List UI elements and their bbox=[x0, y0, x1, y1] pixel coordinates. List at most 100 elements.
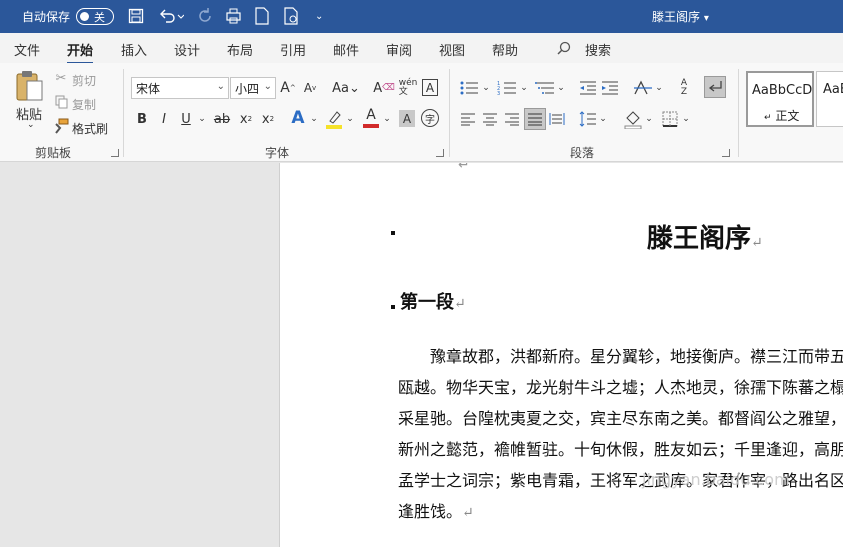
highlight-dropdown-icon[interactable]: ⌄ bbox=[345, 110, 355, 128]
borders-icon[interactable] bbox=[661, 110, 679, 128]
bullets-icon[interactable] bbox=[458, 79, 480, 97]
style-next[interactable]: AaB bbox=[816, 71, 843, 127]
text-effects-dropdown-icon[interactable]: ⌄ bbox=[309, 110, 319, 128]
save-icon[interactable] bbox=[128, 6, 150, 26]
subscript-icon[interactable]: x2 bbox=[238, 110, 254, 128]
new-document-icon[interactable] bbox=[254, 6, 274, 26]
tab-review[interactable]: 审阅 bbox=[386, 40, 412, 59]
paragraph-launcher-icon[interactable] bbox=[722, 149, 730, 157]
redo-icon[interactable] bbox=[196, 6, 216, 26]
paragraph-line[interactable]: 豫章故郡，洪都新府。星分翼轸，地接衡庐。襟三江而带五 bbox=[430, 343, 843, 367]
strikethrough-icon[interactable]: ab bbox=[213, 110, 231, 128]
shading-dropdown-icon[interactable]: ⌄ bbox=[644, 110, 654, 128]
distributed-icon[interactable] bbox=[548, 110, 566, 128]
chinese-layout-dropdown-icon[interactable]: ⌄ bbox=[654, 79, 664, 97]
highlight-icon[interactable] bbox=[325, 108, 343, 130]
ribbon-home: 粘贴 ⌄ ✂ 剪切 复制 格式刷 剪贴板 宋体 ⌄ 小四 ⌄ A ^ Av Aa⌄… bbox=[0, 63, 843, 162]
show-paragraph-marks-icon[interactable] bbox=[704, 76, 726, 98]
numbering-dropdown-icon[interactable]: ⌄ bbox=[519, 79, 529, 97]
numbering-icon[interactable]: 123 bbox=[496, 79, 518, 97]
window-title[interactable]: 滕王阁序 ▾ bbox=[652, 8, 709, 25]
tab-references[interactable]: 引用 bbox=[280, 40, 306, 59]
decrease-indent-icon[interactable] bbox=[578, 79, 598, 97]
change-case-icon[interactable]: Aa⌄ bbox=[332, 79, 360, 97]
paste-icon[interactable] bbox=[14, 69, 46, 103]
character-shading-icon[interactable]: A bbox=[399, 110, 415, 127]
paste-dropdown-icon[interactable]: ⌄ bbox=[27, 120, 35, 130]
quick-print-icon[interactable] bbox=[225, 6, 245, 26]
align-left-icon[interactable] bbox=[459, 110, 477, 128]
group-divider bbox=[123, 69, 124, 157]
align-right-icon[interactable] bbox=[503, 110, 521, 128]
copy-icon bbox=[54, 95, 68, 109]
multilevel-list-icon[interactable] bbox=[534, 79, 556, 97]
line-spacing-icon[interactable] bbox=[578, 110, 598, 128]
justify-icon[interactable] bbox=[524, 108, 546, 130]
customize-toolbar-icon[interactable]: ⌄ bbox=[315, 6, 329, 26]
borders-dropdown-icon[interactable]: ⌄ bbox=[681, 110, 691, 128]
enclose-characters-icon[interactable]: 字 bbox=[421, 109, 439, 127]
font-color-dropdown-icon[interactable]: ⌄ bbox=[382, 110, 392, 128]
autosave-toggle[interactable]: 关 bbox=[76, 8, 115, 25]
undo-icon[interactable] bbox=[158, 6, 188, 26]
tell-me-search[interactable]: 搜索 bbox=[585, 40, 611, 59]
tab-help[interactable]: 帮助 bbox=[492, 40, 518, 59]
underline-icon[interactable]: U bbox=[178, 110, 194, 128]
title-bar: 自动保存 关 ⌄ 滕王阁序 ▾ bbox=[0, 0, 843, 33]
bold-icon[interactable]: B bbox=[134, 110, 150, 128]
shading-icon[interactable] bbox=[623, 108, 643, 130]
paragraph-line[interactable]: 瓯越。物华天宝，龙光射牛斗之墟；人杰地灵，徐孺下陈蕃之榻 bbox=[398, 374, 843, 398]
ruler-marker-icon: ↵ bbox=[458, 163, 470, 173]
paragraph-line-last[interactable]: 逢胜饯。↵ bbox=[398, 498, 474, 522]
title-dropdown-icon: ▾ bbox=[703, 13, 709, 24]
heading-first-section[interactable]: 第一段↵ bbox=[400, 288, 466, 314]
document-page[interactable]: ↵ 滕王阁序↵ 第一段↵ 豫章故郡，洪都新府。星分翼轸，地接衡庐。襟三江而带五 … bbox=[279, 163, 843, 547]
tab-design[interactable]: 设计 bbox=[174, 40, 200, 59]
sort-icon[interactable]: AZ bbox=[674, 77, 694, 99]
paragraph-mark: ↵ bbox=[751, 235, 763, 251]
grow-font-icon[interactable]: A ^ bbox=[280, 79, 296, 97]
document-title[interactable]: 滕王阁序↵ bbox=[647, 218, 763, 255]
multilevel-dropdown-icon[interactable]: ⌄ bbox=[556, 79, 566, 97]
paragraph-mark: ↵ bbox=[462, 505, 474, 521]
underline-dropdown-icon[interactable]: ⌄ bbox=[197, 110, 207, 128]
tab-mailings[interactable]: 邮件 bbox=[333, 40, 359, 59]
font-launcher-icon[interactable] bbox=[436, 149, 444, 157]
font-name-value: 宋体 bbox=[136, 82, 161, 96]
style-next-preview: AaB bbox=[823, 82, 843, 97]
line-spacing-dropdown-icon[interactable]: ⌄ bbox=[598, 110, 608, 128]
paragraph-line[interactable]: 新州之懿范，襜帷暂驻。十旬休假，胜友如云；千里逢迎，高朋满 bbox=[398, 436, 843, 460]
phonetic-guide-icon[interactable]: wén 文 bbox=[399, 77, 418, 99]
tab-layout[interactable]: 布局 bbox=[227, 40, 253, 59]
align-center-icon[interactable] bbox=[481, 110, 499, 128]
autosave-control[interactable]: 自动保存 关 bbox=[22, 8, 115, 25]
font-size-select[interactable]: 小四 ⌄ bbox=[230, 77, 276, 99]
text-effects-icon[interactable]: A bbox=[289, 108, 307, 128]
chinese-layout-icon[interactable] bbox=[632, 79, 654, 97]
tab-insert[interactable]: 插入 bbox=[121, 40, 147, 59]
cut-button[interactable]: 剪切 bbox=[72, 72, 96, 89]
superscript-icon[interactable]: x2 bbox=[260, 110, 276, 128]
format-painter-button[interactable]: 格式刷 bbox=[72, 120, 108, 137]
copy-button[interactable]: 复制 bbox=[72, 96, 96, 113]
tab-view[interactable]: 视图 bbox=[439, 40, 465, 59]
heading-bullet bbox=[391, 305, 395, 309]
toggle-knob bbox=[80, 12, 90, 21]
search-icon[interactable] bbox=[556, 40, 572, 56]
increase-indent-icon[interactable] bbox=[600, 79, 620, 97]
italic-icon[interactable]: I bbox=[156, 110, 172, 128]
clipboard-group-label: 剪贴板 bbox=[35, 146, 72, 160]
clipboard-launcher-icon[interactable] bbox=[111, 149, 119, 157]
paragraph-line[interactable]: 采星驰。台隍枕夷夏之交，宾主尽东南之美。都督阎公之雅望， bbox=[398, 405, 843, 429]
print-preview-icon[interactable] bbox=[283, 6, 303, 26]
clear-formatting-icon[interactable]: A ⌫ bbox=[373, 79, 395, 97]
font-color-icon[interactable]: A bbox=[362, 107, 380, 129]
character-border-icon[interactable]: A bbox=[422, 79, 438, 96]
shrink-font-icon[interactable]: Av bbox=[302, 79, 318, 97]
tab-home[interactable]: 开始 bbox=[67, 40, 94, 65]
style-normal-preview: AaBbCcD bbox=[752, 83, 812, 98]
font-name-select[interactable]: 宋体 ⌄ bbox=[131, 77, 229, 99]
bullets-dropdown-icon[interactable]: ⌄ bbox=[481, 79, 491, 97]
style-normal[interactable]: AaBbCcD ↵ 正文 bbox=[746, 71, 814, 127]
tab-file[interactable]: 文件 bbox=[14, 40, 40, 59]
